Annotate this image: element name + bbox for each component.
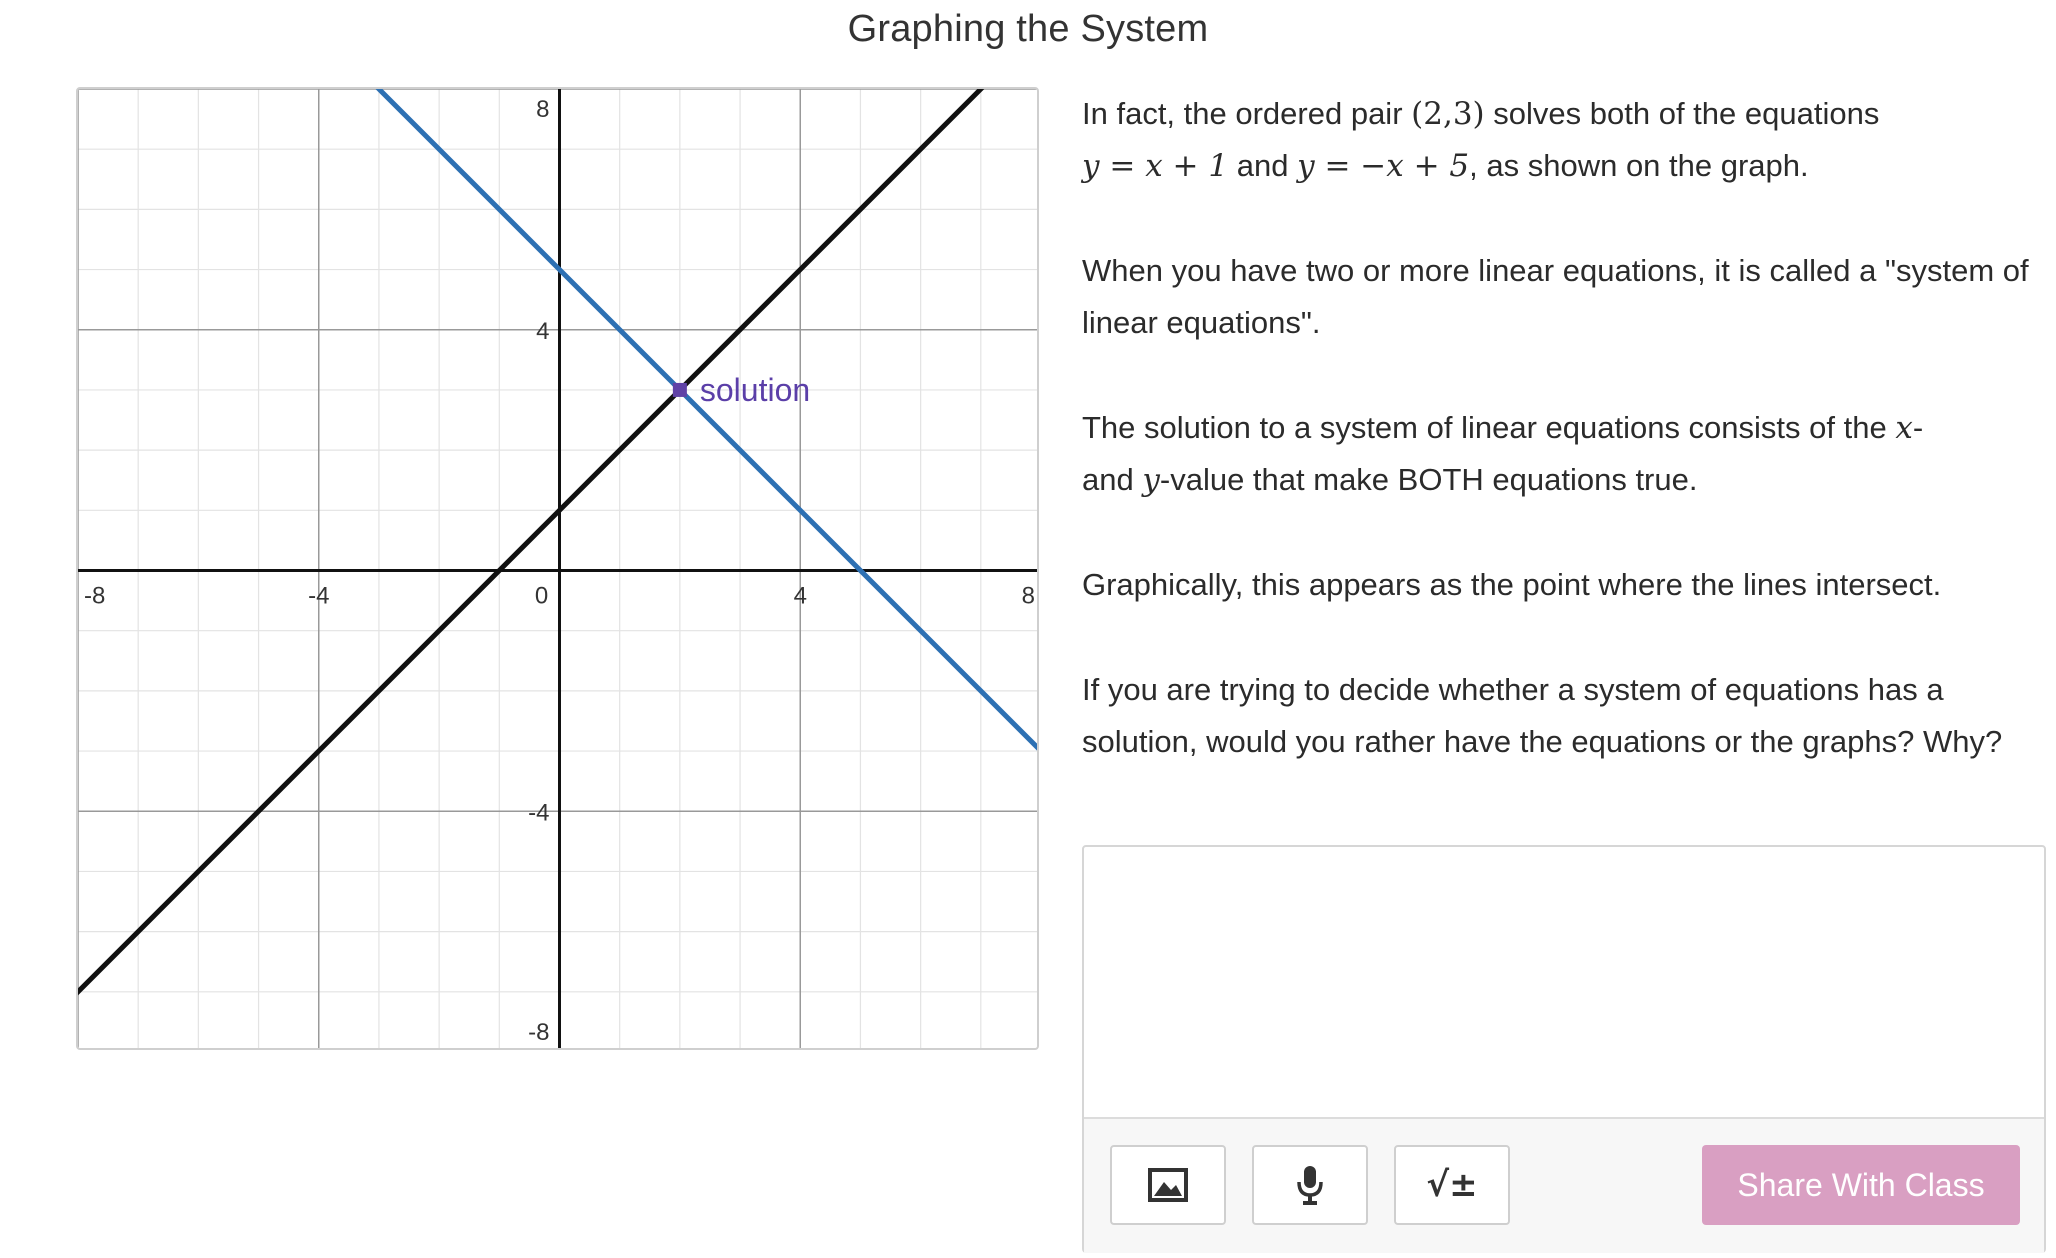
math-equation-1: y = x + 1 [1082,148,1229,184]
coordinate-graph[interactable]: -8 -4 0 4 8 8 4 -4 -8 solution [78,89,1039,1050]
paragraph-solution-definition: The solution to a system of linear equat… [1082,410,1924,498]
math-y: y [1142,462,1160,498]
y-tick-label: 4 [536,318,549,345]
math-x: x [1895,410,1913,446]
x-tick-label: 4 [794,583,807,610]
axes [78,89,1037,1048]
x-tick-label: -4 [308,583,329,610]
x-tick-label: -8 [84,583,105,610]
graph-panel[interactable]: -8 -4 0 4 8 8 4 -4 -8 solution [76,87,1039,1050]
page-title: Graphing the System [847,8,1209,50]
y-tick-label: -4 [528,799,549,826]
y-tick-label: -8 [528,1019,549,1046]
math-input-icon: √± [1426,1165,1478,1205]
paragraph-ordered-pair: In fact, the ordered pair (2,3) solves b… [1082,96,1880,184]
solution-label: solution [700,372,810,408]
x-tick-label: 8 [1022,583,1035,610]
record-audio-button[interactable] [1252,1145,1368,1225]
x-tick-label: 0 [535,583,548,610]
math-ordered-pair: (2,3) [1411,96,1485,132]
response-input[interactable] [1084,847,2044,1117]
microphone-icon [1297,1166,1323,1205]
paragraph-question: If you are trying to decide whether a sy… [1082,672,2003,759]
share-with-class-button[interactable]: Share With Class [1702,1145,2020,1225]
y-tick-label: 8 [536,96,549,123]
response-toolbar: √± Share With Class [1084,1117,2044,1253]
image-icon [1148,1168,1188,1202]
paragraph-graphically: Graphically, this appears as the point w… [1082,567,1942,602]
paragraph-system-definition: When you have two or more linear equatio… [1082,253,2029,340]
math-equation-2: y = −x + 5 [1297,148,1470,184]
lesson-text: In fact, the ordered pair (2,3) solves b… [1082,88,2042,821]
response-box: √± Share With Class [1082,845,2046,1253]
solution-point[interactable] [672,382,687,397]
math-input-button[interactable]: √± [1394,1145,1510,1225]
insert-image-button[interactable] [1110,1145,1226,1225]
